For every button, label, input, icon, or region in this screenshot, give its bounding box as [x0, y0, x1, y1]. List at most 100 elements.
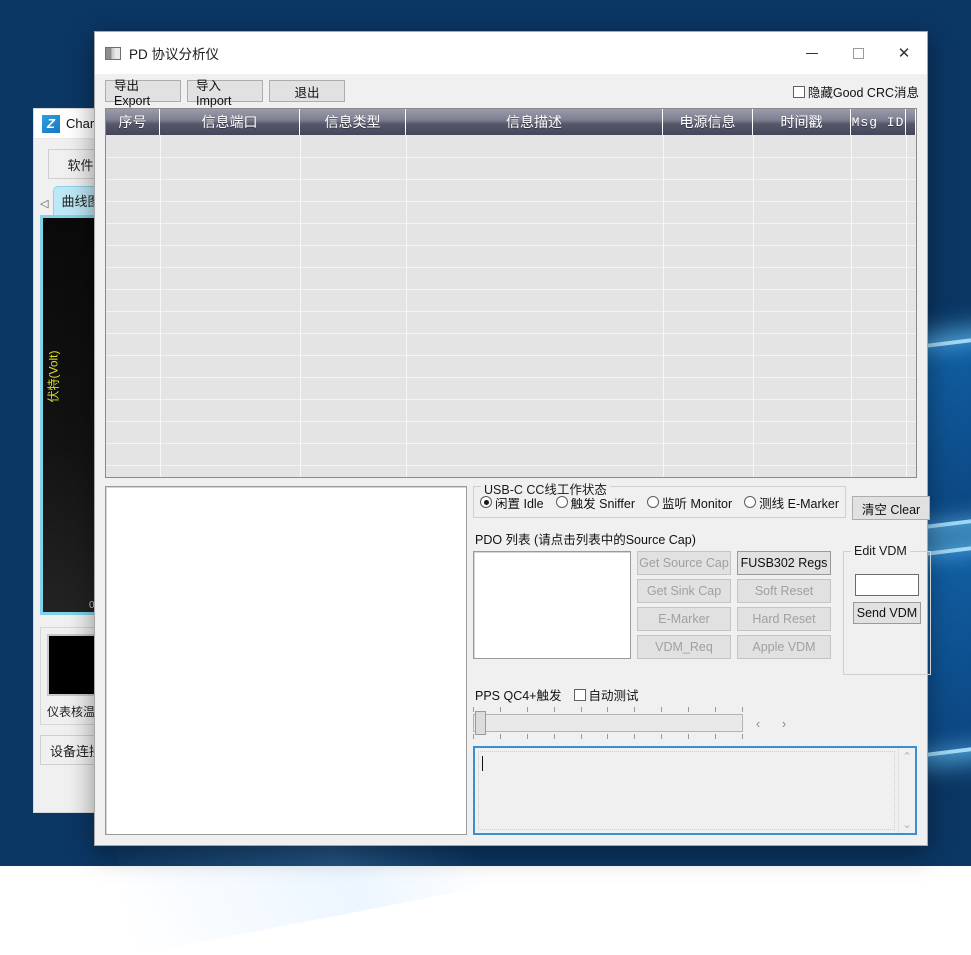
slider-ticks-top [473, 707, 743, 712]
table-row-divider [106, 245, 916, 246]
table-column-divider [406, 135, 407, 478]
pdo-buttons-left: Get Source Cap Get Sink Cap E-Marker VDM… [637, 551, 731, 659]
table-column-divider [851, 135, 852, 478]
export-button[interactable]: 导出 Export [105, 80, 181, 102]
import-button[interactable]: 导入 Import [187, 80, 263, 102]
table-row-divider [106, 443, 916, 444]
radio-dot-icon [647, 496, 659, 508]
soft-reset-button[interactable]: Soft Reset [737, 579, 831, 603]
radio-dot-icon [556, 496, 568, 508]
app-icon [105, 47, 121, 60]
checkbox-box-icon [574, 689, 586, 701]
column-header-msgid[interactable]: Msg ID [851, 109, 906, 135]
chart-y-axis-label: 伏特(Volt) [45, 350, 62, 402]
table-row-divider [106, 179, 916, 180]
text-cursor [482, 756, 483, 771]
column-header-filler [906, 109, 916, 135]
maximize-button[interactable] [835, 32, 881, 74]
vdm-input-field[interactable] [855, 574, 919, 596]
scroll-up-icon[interactable]: ⌃ [902, 750, 911, 763]
table-row-divider [106, 311, 916, 312]
maximize-icon [853, 48, 864, 59]
log-text-content[interactable] [478, 751, 895, 830]
pdo-buttons-right: FUSB302 Regs Soft Reset Hard Reset Apple… [737, 551, 831, 659]
send-vdm-button[interactable]: Send VDM [853, 602, 921, 624]
slider-ticks-bottom [473, 734, 743, 739]
radio-dot-icon [480, 496, 492, 508]
slider-prev-icon[interactable]: ‹ [747, 712, 769, 734]
minimize-button[interactable] [789, 32, 835, 74]
cc-line-status-group: USB-C CC线工作状态 闲置 Idle 触发 Sniffer 监听 Moni… [473, 486, 846, 518]
column-header-type[interactable]: 信息类型 [300, 109, 406, 135]
table-row-divider [106, 201, 916, 202]
pdo-controls-row: Get Source Cap Get Sink Cap E-Marker VDM… [473, 551, 917, 675]
radio-emarker-label: 测线 E-Marker [759, 493, 839, 512]
toolbar: 导出 Export 导入 Import 退出 隐藏Good CRC消息 [95, 74, 927, 108]
table-row-divider [106, 465, 916, 466]
pps-trigger-row: PPS QC4+触发 自动测试 [475, 685, 917, 704]
table-row-divider [106, 267, 916, 268]
edit-vdm-title: Edit VDM [851, 544, 910, 558]
table-row-divider [106, 377, 916, 378]
clear-button[interactable]: 清空 Clear [852, 496, 930, 520]
slider-track[interactable] [473, 714, 743, 732]
scroll-down-icon[interactable]: ⌄ [902, 818, 911, 831]
message-table[interactable]: 序号 信息端口 信息类型 信息描述 电源信息 时间戳 Msg ID [105, 108, 917, 478]
detail-panel[interactable] [105, 486, 467, 835]
pps-voltage-slider[interactable] [473, 706, 743, 740]
table-row-divider [106, 421, 916, 422]
table-row-divider [106, 399, 916, 400]
fusb302-regs-button[interactable]: FUSB302 Regs [737, 551, 831, 575]
e-marker-button[interactable]: E-Marker [637, 607, 731, 631]
cc-group-title: USB-C CC线工作状态 [481, 479, 610, 498]
message-table-header: 序号 信息端口 信息类型 信息描述 电源信息 时间戳 Msg ID [106, 109, 916, 135]
pd-analyzer-window: PD 协议分析仪 ✕ 导出 Export 导入 Import 退出 隐藏Good… [94, 31, 928, 846]
radio-dot-icon [744, 496, 756, 508]
hide-good-crc-label: 隐藏Good CRC消息 [808, 82, 919, 101]
hard-reset-button[interactable]: Hard Reset [737, 607, 831, 631]
table-column-divider [663, 135, 664, 478]
table-row-divider [106, 157, 916, 158]
table-column-divider [906, 135, 907, 478]
exit-button[interactable]: 退出 [269, 80, 345, 102]
slider-thumb[interactable] [475, 711, 486, 735]
close-button[interactable]: ✕ [881, 32, 927, 74]
minimize-icon [806, 53, 818, 54]
window-title: PD 协议分析仪 [129, 43, 219, 63]
column-header-timestamp[interactable]: 时间戳 [753, 109, 851, 135]
radio-monitor[interactable]: 监听 Monitor [647, 493, 732, 512]
auto-test-checkbox[interactable]: 自动测试 [574, 685, 639, 704]
pdo-listbox[interactable] [473, 551, 631, 659]
table-column-divider [753, 135, 754, 478]
slider-next-icon[interactable]: › [773, 712, 795, 734]
table-column-divider [300, 135, 301, 478]
log-scrollbar[interactable]: ⌃ ⌄ [898, 748, 915, 833]
pps-qc4-label: PPS QC4+触发 [475, 685, 562, 704]
tab-scroll-left-icon[interactable]: ◁ [38, 197, 53, 215]
log-textarea[interactable]: ⌃ ⌄ [473, 746, 917, 835]
radio-emarker[interactable]: 测线 E-Marker [744, 493, 839, 512]
hide-good-crc-checkbox[interactable]: 隐藏Good CRC消息 [793, 82, 919, 101]
table-row-divider [106, 355, 916, 356]
table-row-divider [106, 333, 916, 334]
app-logo-icon: Z [42, 115, 60, 133]
window-titlebar[interactable]: PD 协议分析仪 ✕ [95, 32, 927, 74]
get-source-cap-button[interactable]: Get Source Cap [637, 551, 731, 575]
message-table-body[interactable] [106, 135, 916, 478]
column-header-desc[interactable]: 信息描述 [406, 109, 663, 135]
column-header-power[interactable]: 电源信息 [663, 109, 753, 135]
lower-section: USB-C CC线工作状态 闲置 Idle 触发 Sniffer 监听 Moni… [95, 478, 927, 845]
cc-status-row: USB-C CC线工作状态 闲置 Idle 触发 Sniffer 监听 Moni… [473, 486, 917, 520]
auto-test-label: 自动测试 [589, 685, 639, 704]
radio-monitor-label: 监听 Monitor [662, 493, 732, 512]
checkbox-box-icon [793, 86, 805, 98]
window-controls: ✕ [789, 32, 927, 74]
get-sink-cap-button[interactable]: Get Sink Cap [637, 579, 731, 603]
column-header-seq[interactable]: 序号 [106, 109, 160, 135]
edit-vdm-group: Edit VDM Send VDM [843, 551, 931, 675]
apple-vdm-button[interactable]: Apple VDM [737, 635, 831, 659]
vdm-req-button[interactable]: VDM_Req [637, 635, 731, 659]
column-header-port[interactable]: 信息端口 [160, 109, 300, 135]
table-row-divider [106, 289, 916, 290]
table-column-divider [160, 135, 161, 478]
